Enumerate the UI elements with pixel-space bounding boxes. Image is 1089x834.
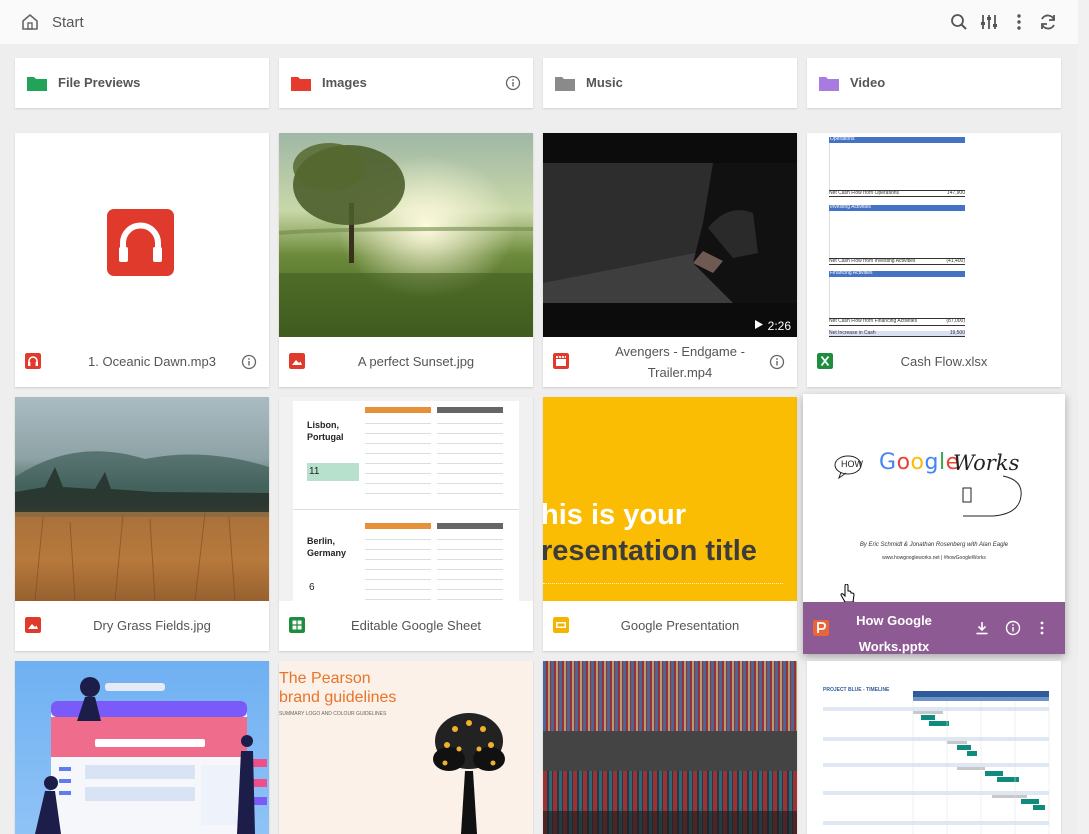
info-icon[interactable] xyxy=(1005,620,1021,636)
file-card-editable-google-sheet[interactable]: Lisbon, Portugal 11 Berlin, Germany 6 Ed… xyxy=(279,397,533,651)
file-thumbnail xyxy=(15,397,269,601)
file-name: How Google Works.pptx xyxy=(856,613,932,654)
info-icon[interactable] xyxy=(505,75,521,91)
file-card-oceanic-dawn[interactable]: 1. Oceanic Dawn.mp3 xyxy=(15,133,269,387)
file-name: 1. Oceanic Dawn.mp3 xyxy=(88,354,216,369)
file-card-perfect-sunset[interactable]: A perfect Sunset.jpg xyxy=(279,133,533,387)
file-name: Dry Grass Fields.jpg xyxy=(93,618,211,633)
video-duration: 2:26 xyxy=(767,319,791,333)
folder-images[interactable]: Images xyxy=(279,58,533,108)
search-icon[interactable] xyxy=(949,12,969,32)
top-bar: Start xyxy=(0,0,1078,44)
folder-label: File Previews xyxy=(58,75,141,90)
folder-icon xyxy=(291,77,311,91)
headphones-icon xyxy=(107,209,174,276)
info-icon[interactable] xyxy=(241,354,257,370)
file-thumbnail xyxy=(15,661,269,834)
powerpoint-icon xyxy=(813,620,829,636)
pptx-google-word: Google xyxy=(879,450,960,475)
file-thumbnail xyxy=(543,661,797,834)
pptx-works-word: Works xyxy=(953,451,1020,475)
headphones-icon xyxy=(25,353,41,369)
sheet-value: 11 xyxy=(307,463,359,481)
file-name: A perfect Sunset.jpg xyxy=(357,354,475,369)
pptx-authors: By Eric Schmidt & Jonathan Rosenberg wit… xyxy=(859,542,1009,548)
file-thumbnail xyxy=(279,133,533,337)
folder-icon xyxy=(27,77,47,91)
file-name: Avengers - Endgame - Trailer.mp4 xyxy=(615,344,745,380)
home-icon[interactable] xyxy=(20,12,40,32)
folder-file-previews[interactable]: File Previews xyxy=(15,58,269,108)
file-card-how-google-works[interactable]: HOW Google Works By Eric Schmidt & Jonat… xyxy=(803,394,1065,654)
download-icon[interactable] xyxy=(975,621,989,635)
image-icon xyxy=(25,617,41,633)
file-caption: Cash Flow.xlsx xyxy=(807,337,1061,387)
hand-cursor-icon xyxy=(840,584,855,602)
file-thumbnail: Operations Net Cash Flow from Operations… xyxy=(807,133,1061,337)
cashflow-total-row: Net Cash Flow from Operations 147,900 xyxy=(829,189,965,198)
folder-icon xyxy=(555,77,575,91)
folder-icon xyxy=(819,77,839,91)
file-thumbnail: The Pearson brand guidelines SUMMARY LOG… xyxy=(279,661,533,834)
file-caption: How Google Works.pptx xyxy=(803,602,1065,654)
slide-title-line: resentation title xyxy=(543,535,757,567)
file-card-cash-flow[interactable]: Operations Net Cash Flow from Operations… xyxy=(807,133,1061,387)
excel-icon xyxy=(817,353,833,369)
file-card-illustration[interactable] xyxy=(15,661,269,834)
peacock-illustration xyxy=(433,713,505,834)
gantt-chart xyxy=(823,691,1050,834)
sheet-value: 6 xyxy=(309,582,315,593)
file-thumbnail: HOW Google Works By Eric Schmidt & Jonat… xyxy=(803,394,1065,602)
file-thumbnail: Lisbon, Portugal 11 Berlin, Germany 6 xyxy=(279,397,533,601)
file-card-google-presentation[interactable]: his is your resentation title Google Pre… xyxy=(543,397,797,651)
image-icon xyxy=(289,353,305,369)
pptx-how: HOW xyxy=(841,459,863,469)
scrollbar[interactable] xyxy=(1078,0,1089,834)
file-thumbnail xyxy=(15,133,269,337)
refresh-icon[interactable] xyxy=(1038,12,1058,32)
file-caption: A perfect Sunset.jpg xyxy=(279,337,533,387)
file-thumbnail: PROJECT BLUE - TIMELINE xyxy=(807,661,1061,834)
file-name: Cash Flow.xlsx xyxy=(900,354,988,369)
file-card-dry-grass-fields[interactable]: Dry Grass Fields.jpg xyxy=(15,397,269,651)
google-sheets-icon xyxy=(289,617,305,633)
breadcrumb[interactable]: Start xyxy=(52,14,84,31)
file-caption: Editable Google Sheet xyxy=(279,601,533,651)
file-card-pearson-guidelines[interactable]: The Pearson brand guidelines SUMMARY LOG… xyxy=(279,661,533,834)
folder-music[interactable]: Music xyxy=(543,58,797,108)
sheet-city: Lisbon, Portugal xyxy=(307,420,344,442)
google-slides-icon xyxy=(553,617,569,633)
file-caption: Avengers - Endgame - Trailer.mp4 xyxy=(543,337,797,387)
file-caption: 1. Oceanic Dawn.mp3 xyxy=(15,337,269,387)
cashflow-total-row: Net Cash Flow from Financing Activities(… xyxy=(829,317,965,326)
file-name: Google Presentation xyxy=(620,618,740,633)
file-card-aerial-photo[interactable] xyxy=(543,661,797,834)
more-vertical-icon[interactable] xyxy=(1009,12,1029,32)
file-card-timeline[interactable]: PROJECT BLUE - TIMELINE xyxy=(807,661,1061,834)
file-thumbnail: his is your resentation title xyxy=(543,397,797,601)
film-icon xyxy=(553,353,569,369)
pptx-url: www.howgoogleworks.net | #howGoogleWorks xyxy=(882,555,986,561)
file-caption: Dry Grass Fields.jpg xyxy=(15,601,269,651)
file-thumbnail: 2:26 xyxy=(543,133,797,337)
filter-sliders-icon[interactable] xyxy=(979,12,999,32)
more-vertical-icon[interactable] xyxy=(1037,620,1047,636)
file-card-avengers-trailer[interactable]: 2:26 Avengers - Endgame - Trailer.mp4 xyxy=(543,133,797,387)
folder-label: Images xyxy=(322,75,367,90)
sheet-city: Berlin, Germany xyxy=(307,536,347,558)
phone-doodle xyxy=(962,475,1022,517)
folder-video[interactable]: Video xyxy=(807,58,1061,108)
file-caption: Google Presentation xyxy=(543,601,797,651)
info-icon[interactable] xyxy=(769,354,785,370)
folder-label: Video xyxy=(850,75,886,90)
cashflow-total-row: Net Cash Flow from Investing Activities(… xyxy=(829,257,965,266)
slide-title-line: his is your xyxy=(543,499,687,531)
folder-label: Music xyxy=(586,75,623,90)
play-icon xyxy=(755,320,763,329)
file-name: Editable Google Sheet xyxy=(350,618,482,633)
